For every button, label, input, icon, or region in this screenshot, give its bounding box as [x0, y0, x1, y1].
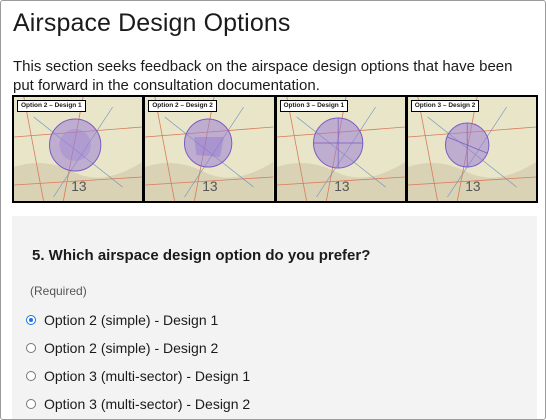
radio-button[interactable] — [26, 343, 36, 353]
map-strip: 13 Option 2 – Design 1 13 Option 2 – Des… — [12, 95, 538, 203]
radio-option-label: Option 2 (simple) - Design 1 — [44, 312, 219, 328]
svg-text:13: 13 — [334, 178, 350, 194]
map-label: Option 3 – Design 2 — [410, 100, 480, 112]
question-panel: 5. Which airspace design option do you p… — [12, 216, 537, 419]
radio-option-3[interactable]: Option 3 (multi-sector) - Design 1 — [26, 362, 250, 390]
map-label: Option 3 – Design 1 — [279, 100, 349, 112]
svg-text:13: 13 — [465, 178, 481, 194]
radio-option-4[interactable]: Option 3 (multi-sector) - Design 2 — [26, 390, 250, 418]
radio-group: Option 2 (simple) - Design 1 Option 2 (s… — [26, 306, 250, 418]
svg-text:13: 13 — [202, 178, 218, 194]
radio-option-1[interactable]: Option 2 (simple) - Design 1 — [26, 306, 250, 334]
map-image: 13 — [145, 97, 274, 201]
map-image: 13 — [14, 97, 143, 201]
question-text: 5. Which airspace design option do you p… — [32, 247, 371, 264]
map-label: Option 2 – Design 2 — [148, 100, 217, 112]
map-option-3-design-2: 13 Option 3 – Design 2 — [407, 97, 536, 201]
map-image: 13 — [407, 97, 536, 201]
radio-button[interactable] — [26, 399, 36, 409]
required-label: (Required) — [30, 284, 87, 298]
radio-button[interactable] — [26, 315, 36, 325]
radio-button[interactable] — [26, 371, 36, 381]
radio-option-2[interactable]: Option 2 (simple) - Design 2 — [26, 334, 250, 362]
radio-option-label: Option 2 (simple) - Design 2 — [44, 340, 219, 356]
map-image: 13 — [276, 97, 405, 201]
map-label: Option 2 – Design 1 — [17, 100, 86, 112]
page-frame: Airspace Design Options This section see… — [0, 0, 546, 420]
map-option-3-design-1: 13 Option 3 – Design 1 — [276, 97, 405, 201]
page-title: Airspace Design Options — [13, 9, 291, 37]
map-option-2-design-1: 13 Option 2 – Design 1 — [14, 97, 143, 201]
radio-option-label: Option 3 (multi-sector) - Design 2 — [44, 396, 251, 412]
svg-text:13: 13 — [71, 178, 87, 194]
radio-option-label: Option 3 (multi-sector) - Design 1 — [44, 368, 251, 384]
map-option-2-design-2: 13 Option 2 – Design 2 — [145, 97, 274, 201]
intro-text: This section seeks feedback on the airsp… — [13, 58, 513, 94]
